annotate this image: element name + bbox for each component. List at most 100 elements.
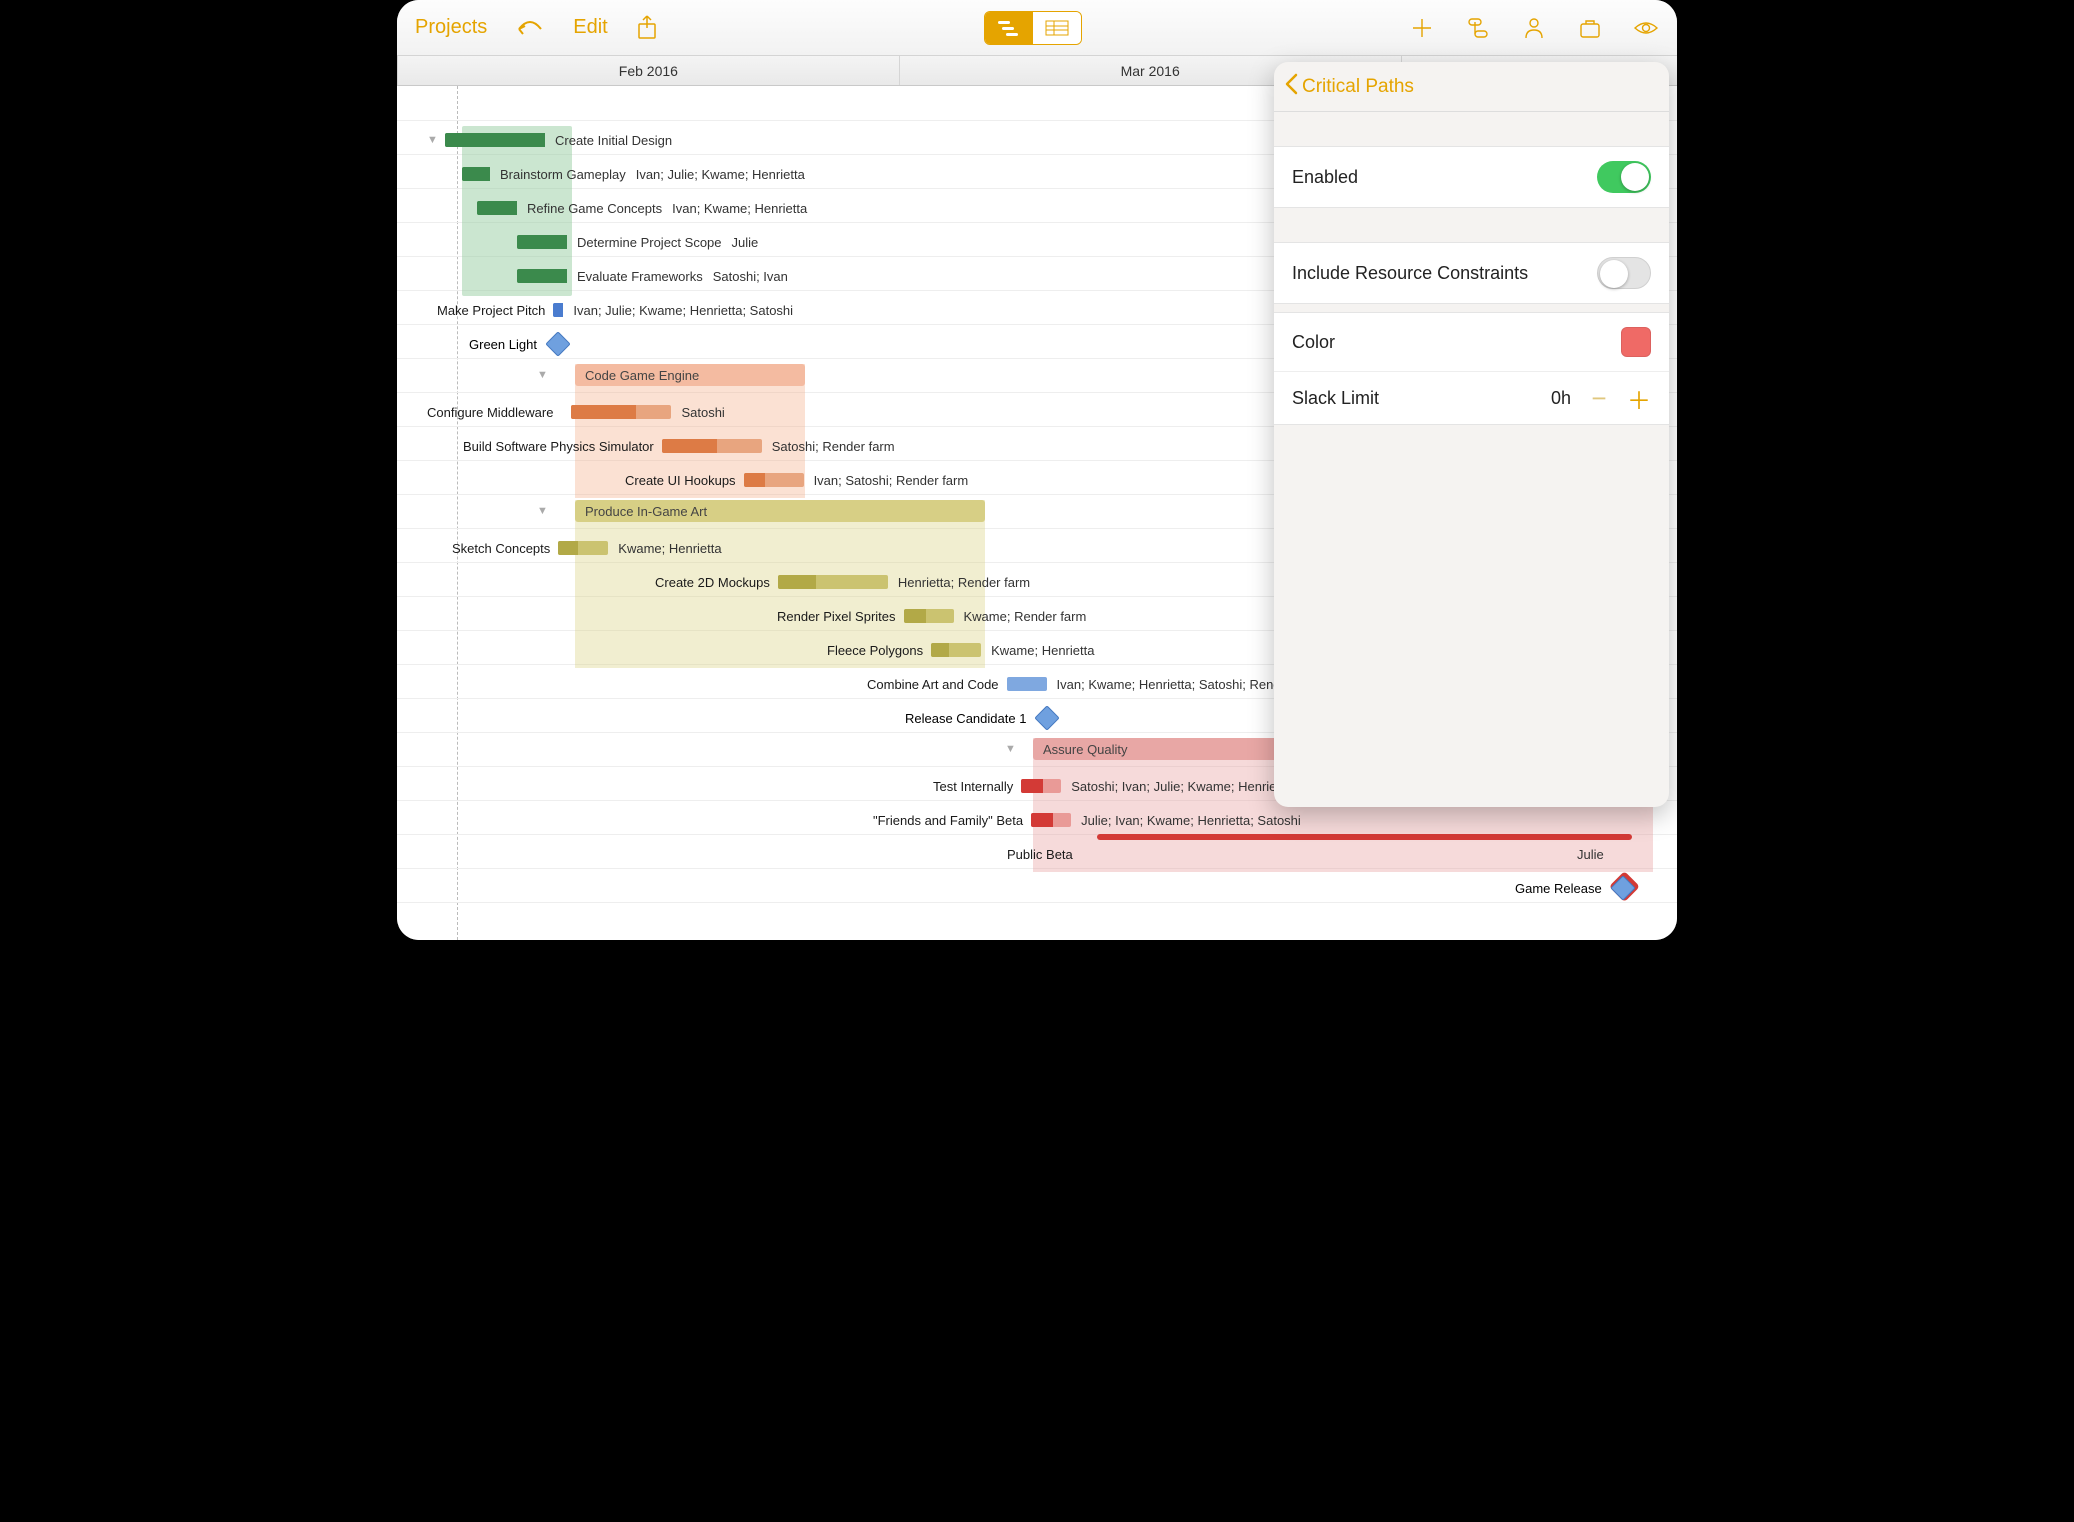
view-options-popover: Critical Paths Enabled Include Resource …	[1274, 62, 1669, 807]
row-label: Enabled	[1292, 167, 1358, 188]
task-label: Render Pixel Sprites	[777, 609, 904, 624]
outline-view-segment[interactable]	[1033, 12, 1081, 44]
stepper-plus-button[interactable]: ＋	[1627, 386, 1651, 410]
task-resources: Julie; Ivan; Kwame; Henrietta; Satoshi	[1081, 813, 1301, 828]
task-row[interactable]: Determine Project Scope Julie	[517, 228, 758, 256]
task-row[interactable]: Make Project Pitch Ivan; Julie; Kwame; H…	[437, 296, 793, 324]
group-header[interactable]: Code Game Engine	[575, 364, 805, 386]
task-label: Create Initial Design	[555, 133, 672, 148]
task-row[interactable]: Fleece Polygons Kwame; Henrietta	[827, 636, 1094, 664]
gantt-view-segment[interactable]	[985, 12, 1033, 44]
color-chip[interactable]	[1621, 327, 1651, 357]
popover-title: Critical Paths	[1302, 76, 1414, 98]
milestone-label: Game Release	[1515, 881, 1602, 896]
milestone-label: Release Candidate 1	[905, 711, 1026, 726]
include-resource-constraints-switch[interactable]	[1597, 257, 1651, 289]
diamond-icon	[1035, 705, 1060, 730]
back-button[interactable]	[1284, 71, 1298, 102]
task-label: Refine Game Concepts	[527, 201, 662, 216]
task-row[interactable]: ▼ Create Initial Design	[427, 126, 672, 154]
task-label: Combine Art and Code	[867, 677, 1007, 692]
disclose-icon[interactable]: ▼	[427, 134, 439, 146]
task-row[interactable]: Evaluate Frameworks Satoshi; Ivan	[517, 262, 788, 290]
resources-button[interactable]	[1521, 15, 1547, 41]
task-resources: Kwame; Render farm	[964, 609, 1087, 624]
task-label: Public Beta	[1007, 847, 1081, 862]
task-resources: Ivan; Satoshi; Render farm	[814, 473, 969, 488]
view-segmented-control[interactable]	[984, 11, 1082, 45]
milestone-label: Green Light	[469, 337, 537, 352]
task-label: Create 2D Mockups	[655, 575, 778, 590]
task-row[interactable]: Brainstorm Gameplay Ivan; Julie; Kwame; …	[462, 160, 805, 188]
task-row[interactable]: Create UI Hookups Ivan; Satoshi; Render …	[625, 466, 968, 494]
task-label: Fleece Polygons	[827, 643, 931, 658]
task-resources: Kwame; Henrietta	[618, 541, 721, 556]
milestone[interactable]: Green Light	[469, 330, 567, 358]
task-label: Configure Middleware	[427, 405, 561, 420]
slack-limit-stepper: 0h − ＋	[1551, 386, 1651, 410]
task-resources: Ivan; Julie; Kwame; Henrietta; Satoshi	[573, 303, 793, 318]
task-label: Test Internally	[933, 779, 1021, 794]
diamond-icon	[1610, 875, 1635, 900]
task-row[interactable]: Sketch Concepts Kwame; Henrietta	[452, 534, 722, 562]
edit-button[interactable]: Edit	[573, 16, 607, 39]
add-button[interactable]	[1409, 15, 1435, 41]
share-button[interactable]	[636, 15, 658, 41]
include-resource-constraints-row: Include Resource Constraints	[1274, 243, 1669, 303]
slack-limit-value: 0h	[1551, 388, 1571, 409]
task-label: "Friends and Family" Beta	[873, 813, 1031, 828]
task-row[interactable]: Configure Middleware Satoshi	[427, 398, 725, 426]
task-label: Determine Project Scope	[577, 235, 722, 250]
task-label: Build Software Physics Simulator	[463, 439, 662, 454]
task-row[interactable]: "Friends and Family" Beta Julie; Ivan; K…	[873, 806, 1301, 834]
link-tasks-button[interactable]	[1465, 15, 1491, 41]
row-label: Slack Limit	[1292, 388, 1379, 409]
color-row[interactable]: Color	[1274, 313, 1669, 371]
task-row[interactable]: Render Pixel Sprites Kwame; Render farm	[777, 602, 1086, 630]
critical-path-bar	[1097, 834, 1632, 840]
task-resources: Julie	[732, 235, 759, 250]
undo-button[interactable]	[515, 17, 545, 39]
task-resources: Satoshi; Render farm	[772, 439, 895, 454]
milestone[interactable]: Game Release	[1515, 874, 1632, 902]
row-label: Include Resource Constraints	[1292, 263, 1528, 284]
task-row[interactable]: Build Software Physics Simulator Satoshi…	[463, 432, 895, 460]
slack-limit-row: Slack Limit 0h − ＋	[1274, 371, 1669, 424]
task-resources: Kwame; Henrietta	[991, 643, 1094, 658]
month-label: Feb 2016	[397, 56, 899, 85]
task-label: Create UI Hookups	[625, 473, 744, 488]
disclose-icon[interactable]: ▼	[1005, 743, 1016, 755]
task-row[interactable]: Refine Game Concepts Ivan; Kwame; Henrie…	[477, 194, 807, 222]
briefcase-button[interactable]	[1577, 15, 1603, 41]
diamond-icon	[545, 331, 570, 356]
row-label: Color	[1292, 332, 1335, 353]
task-row[interactable]: Combine Art and Code Ivan; Kwame; Henrie…	[867, 670, 1322, 698]
task-label: Brainstorm Gameplay	[500, 167, 626, 182]
group-header[interactable]: Produce In-Game Art	[575, 500, 985, 522]
toolbar: Projects Edit	[397, 0, 1677, 56]
enabled-switch[interactable]	[1597, 161, 1651, 193]
task-label: Make Project Pitch	[437, 303, 553, 318]
task-row[interactable]: Test Internally Satoshi; Ivan; Julie; Kw…	[933, 772, 1291, 800]
projects-button[interactable]: Projects	[415, 16, 487, 39]
disclose-icon[interactable]: ▼	[537, 505, 548, 517]
task-label: Sketch Concepts	[452, 541, 558, 556]
view-options-button[interactable]	[1633, 15, 1659, 41]
task-label: Evaluate Frameworks	[577, 269, 703, 284]
enabled-row: Enabled	[1274, 147, 1669, 207]
task-label: Produce In-Game Art	[585, 504, 707, 519]
task-row[interactable]: Create 2D Mockups Henrietta; Render farm	[655, 568, 1030, 596]
task-row[interactable]: Public Beta Julie	[1007, 840, 1081, 868]
task-resources: Satoshi	[681, 405, 724, 420]
task-resources: Henrietta; Render farm	[898, 575, 1030, 590]
task-resources: Julie	[1577, 847, 1604, 862]
popover-header: Critical Paths	[1274, 62, 1669, 112]
task-resources: Ivan; Kwame; Henrietta	[672, 201, 807, 216]
task-label: Assure Quality	[1043, 742, 1128, 757]
milestone[interactable]: Release Candidate 1	[905, 704, 1056, 732]
stepper-minus-button[interactable]: −	[1587, 386, 1611, 410]
disclose-icon[interactable]: ▼	[537, 369, 548, 381]
task-resources: Ivan; Julie; Kwame; Henrietta	[636, 167, 805, 182]
task-label: Code Game Engine	[585, 368, 699, 383]
task-resources: Satoshi; Ivan	[713, 269, 788, 284]
